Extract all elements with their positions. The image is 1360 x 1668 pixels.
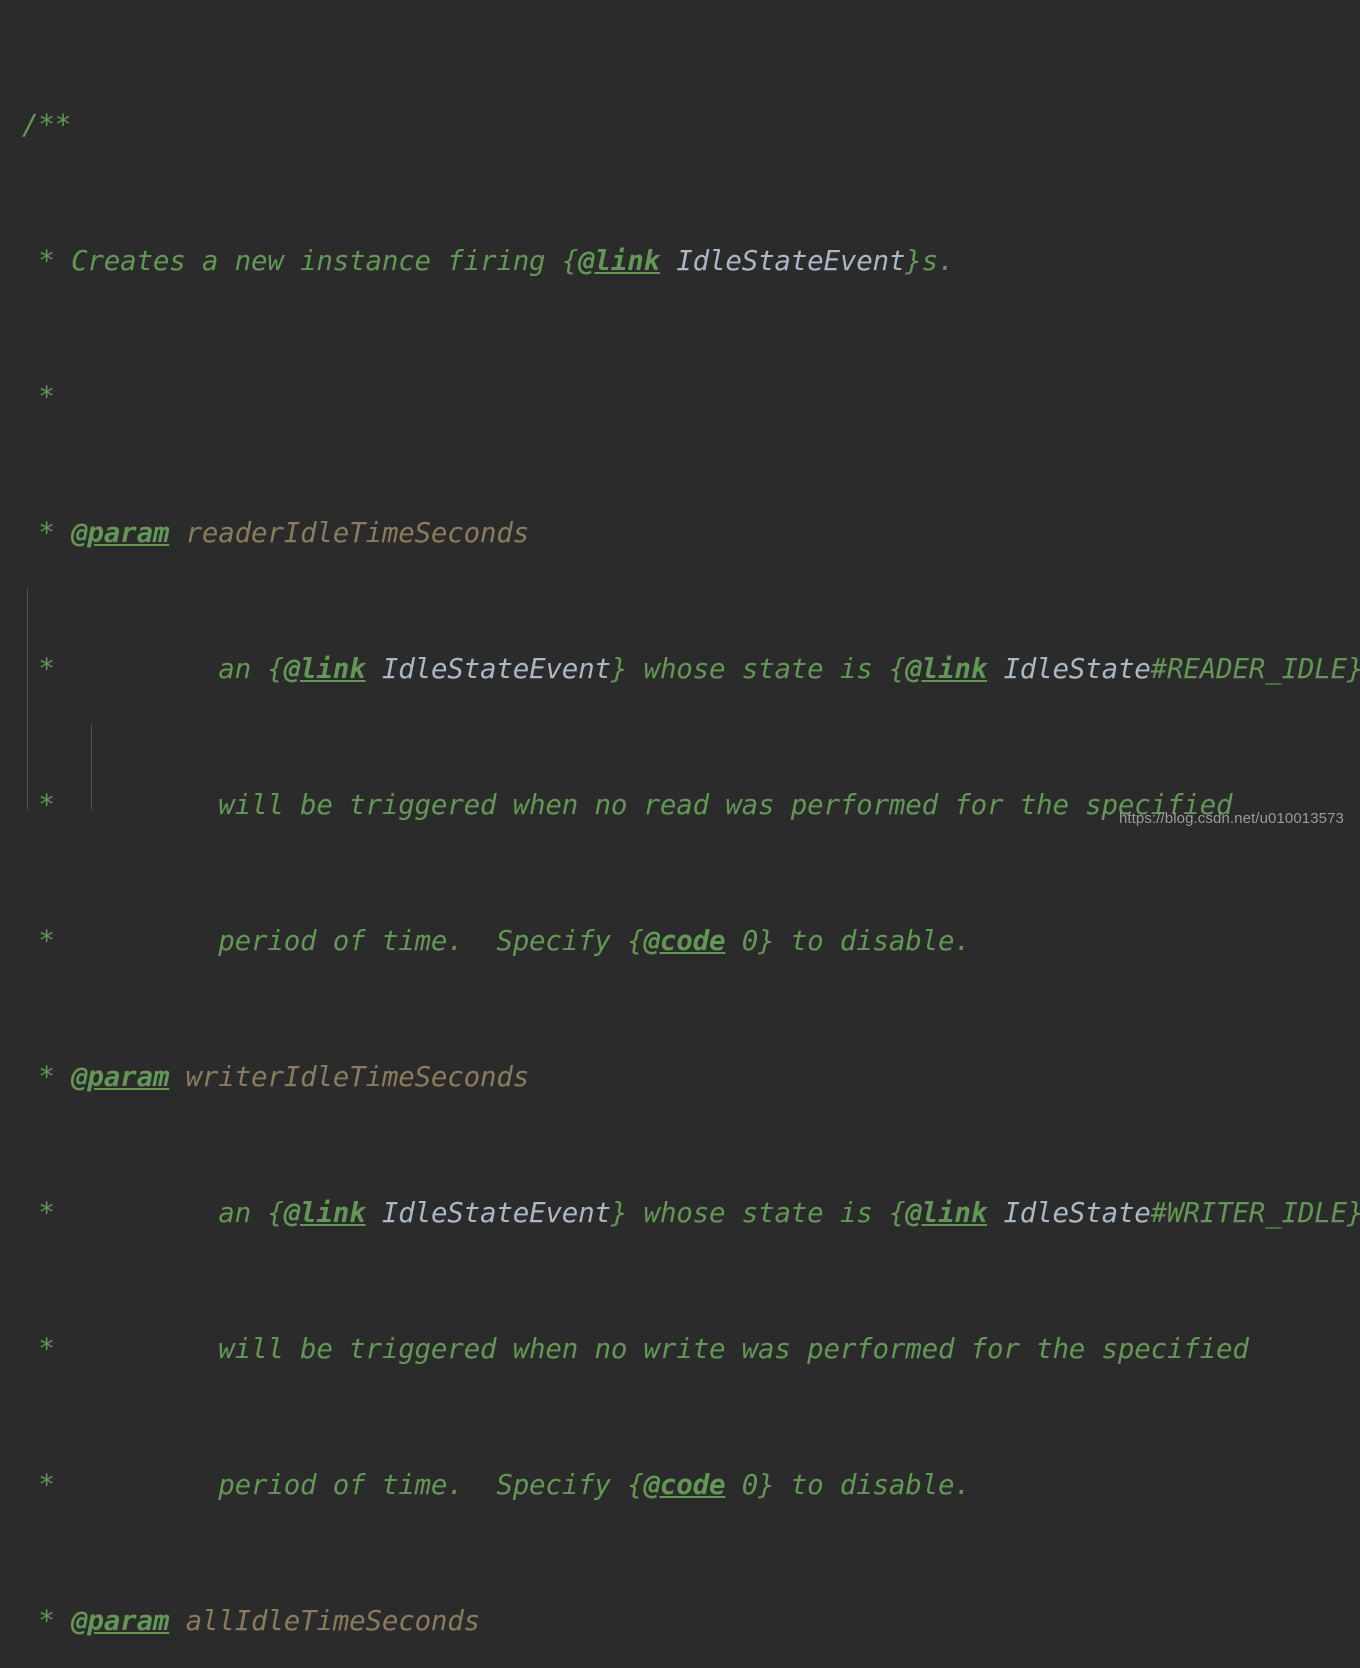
comment-text: * will be triggered when no write was pe… — [22, 1333, 1249, 1365]
javadoc-link-tag[interactable]: @link — [284, 1197, 366, 1229]
comment-space — [169, 1605, 185, 1637]
comment-text: * an — [22, 653, 268, 685]
comment-space — [987, 653, 1003, 685]
code-line-9: * an {@link IdleStateEvent} whose state … — [22, 1196, 1360, 1230]
comment-brace-open: { — [888, 653, 906, 685]
javadoc-param-tag[interactable]: @param — [71, 517, 169, 549]
javadoc-code-tag[interactable]: @code — [644, 925, 726, 957]
javadoc-link-tag[interactable]: @link — [284, 653, 366, 685]
javadoc-member-reference: #WRITER_IDLE} — [1150, 1197, 1360, 1229]
comment-text: * an — [22, 1197, 268, 1229]
code-editor-viewport[interactable]: /** * Creates a new instance firing {@li… — [0, 0, 1360, 1637]
code-line-7: * period of time. Specify {@code 0} to d… — [22, 924, 1360, 958]
source-code-block[interactable]: /** * Creates a new instance firing {@li… — [0, 6, 1360, 1668]
javadoc-class-reference[interactable]: IdleState — [1003, 1197, 1150, 1229]
javadoc-class-reference[interactable]: IdleStateEvent — [382, 653, 611, 685]
comment-text: }s. — [905, 245, 955, 277]
comment-brace-open: { — [888, 1197, 906, 1229]
code-line-4: * @param readerIdleTimeSeconds — [22, 516, 1360, 550]
comment-space — [987, 1197, 1003, 1229]
comment-text: * period of time. Specify — [22, 1469, 628, 1501]
javadoc-member-reference: #READER_IDLE} — [1150, 653, 1360, 685]
code-line-12: * @param allIdleTimeSeconds — [22, 1604, 1360, 1638]
comment-text: * will be triggered when no read was per… — [22, 789, 1233, 821]
javadoc-param-name: allIdleTimeSeconds — [185, 1605, 481, 1637]
comment-brace-open: { — [267, 1197, 284, 1229]
code-line-1: /** — [22, 108, 1360, 142]
code-line-8: * @param writerIdleTimeSeconds — [22, 1060, 1360, 1094]
comment-space — [169, 517, 185, 549]
comment-space — [660, 245, 676, 277]
javadoc-code-tag[interactable]: @code — [644, 1469, 726, 1501]
comment-text: * — [22, 381, 55, 413]
code-line-5: * an {@link IdleStateEvent} whose state … — [22, 652, 1360, 686]
comment-text: * — [22, 1605, 72, 1637]
code-line-11: * period of time. Specify {@code 0} to d… — [22, 1468, 1360, 1502]
code-line-10: * will be triggered when no write was pe… — [22, 1332, 1360, 1366]
comment-text: * period of time. Specify — [22, 925, 628, 957]
code-line-2: * Creates a new instance firing {@link I… — [22, 244, 1360, 278]
comment-text: * — [22, 1061, 72, 1093]
javadoc-link-tag[interactable]: @link — [578, 245, 660, 277]
comment-text: 0} to disable. — [725, 1469, 971, 1501]
comment-space — [366, 1197, 382, 1229]
comment-brace-open: { — [561, 245, 579, 277]
javadoc-param-tag[interactable]: @param — [71, 1605, 169, 1637]
javadoc-class-reference[interactable]: IdleStateEvent — [382, 1197, 611, 1229]
comment-space — [169, 1061, 185, 1093]
comment-text: 0} to disable. — [725, 925, 971, 957]
watermark-url: https://blog.csdn.net/u010013573 — [1118, 810, 1344, 827]
comment-text: } whose state is — [610, 1197, 889, 1229]
comment-brace-open: { — [267, 653, 284, 685]
comment-space — [366, 653, 382, 685]
javadoc-class-reference[interactable]: IdleStateEvent — [676, 245, 905, 277]
comment-text: } whose state is — [610, 653, 889, 685]
javadoc-link-tag[interactable]: @link — [905, 653, 987, 685]
javadoc-param-name: writerIdleTimeSeconds — [185, 1061, 530, 1093]
javadoc-param-name: readerIdleTimeSeconds — [185, 517, 530, 549]
comment-text: * Creates a new instance firing — [22, 245, 562, 277]
javadoc-class-reference[interactable]: IdleState — [1003, 653, 1150, 685]
comment-brace-open: { — [627, 925, 644, 957]
javadoc-link-tag[interactable]: @link — [905, 1197, 987, 1229]
comment-brace-open: { — [627, 1469, 644, 1501]
comment-text: * — [22, 517, 72, 549]
javadoc-param-tag[interactable]: @param — [71, 1061, 169, 1093]
code-line-3: * — [22, 380, 1360, 414]
comment-start-token: /** — [22, 109, 72, 141]
